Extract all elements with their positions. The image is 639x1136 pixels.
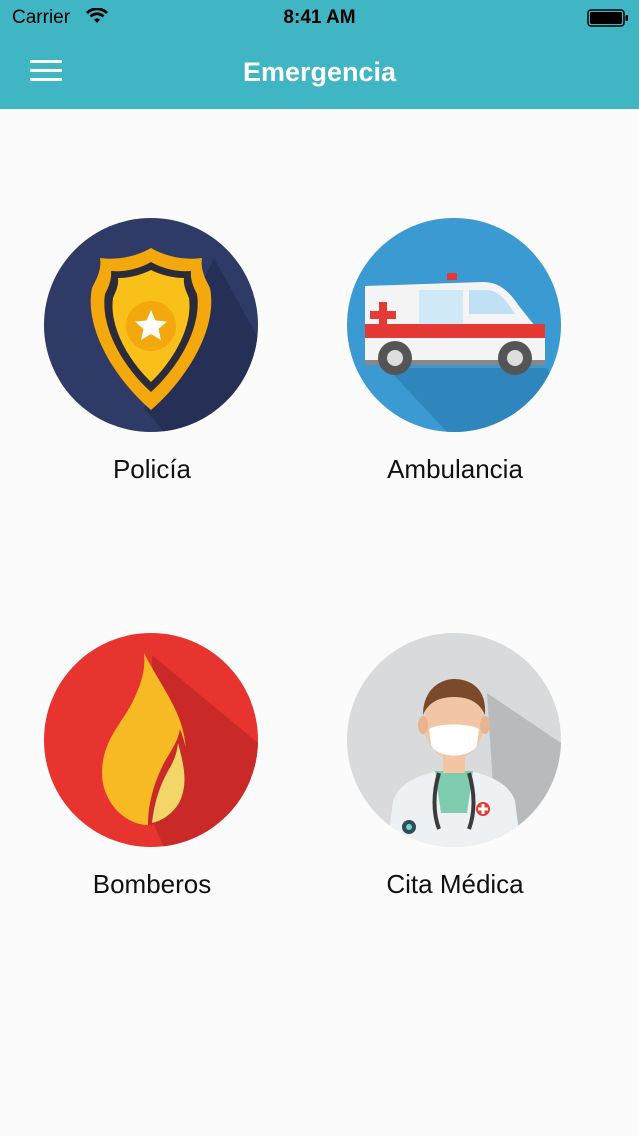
navigation-header: Carrier 8:41 AM Emergencia (0, 0, 639, 109)
fire-icon (44, 633, 258, 847)
tile-label: Policía (112, 454, 192, 484)
tile-cita-medica[interactable]: Cita Médica (325, 633, 585, 933)
doctor-icon (347, 633, 561, 847)
tile-policia[interactable]: Policía (22, 218, 282, 518)
battery-icon (587, 9, 629, 33)
clock: 8:41 AM (283, 7, 356, 28)
tile-label: Ambulancia (387, 454, 523, 484)
status-bar: Carrier 8:41 AM (0, 0, 639, 36)
page-title: Emergencia (242, 57, 397, 87)
police-badge-icon (44, 218, 258, 432)
tile-ambulancia[interactable]: Ambulancia (325, 218, 585, 518)
tile-bomberos[interactable]: Bomberos (22, 633, 282, 933)
ambulance-icon (347, 218, 561, 432)
tile-label: Cita Médica (386, 869, 524, 899)
tile-label: Bomberos (92, 869, 212, 899)
